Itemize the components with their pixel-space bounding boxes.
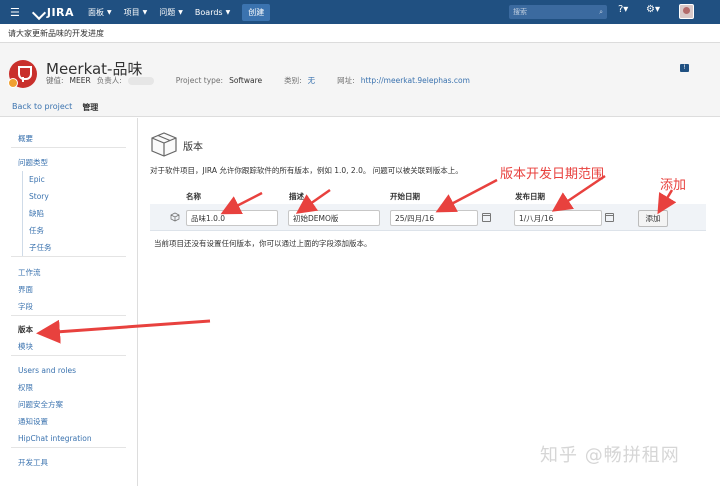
project-meta: 键值: MEER 负责人: Project type: Software 类别:… — [46, 75, 470, 86]
type-label: Project type: — [175, 76, 224, 85]
nav-label: 面板 — [88, 7, 105, 17]
project-lead-redacted — [127, 76, 154, 85]
admin-sidebar: 概要 问题类型 Epic Story 缺陷 任务 子任务 工作流 界面 字段 版… — [0, 118, 138, 486]
logo-text: JIRA — [46, 5, 75, 19]
add-version-form: 品味1.0.0 初始DEMO版 25/四月/16 1/八月/16 添加 — [150, 204, 706, 231]
project-type: Software — [229, 76, 263, 85]
jira-logo-icon — [34, 7, 44, 17]
app-switcher-icon[interactable]: ☰ — [10, 6, 20, 19]
project-key: MEER — [69, 76, 91, 85]
search-input[interactable]: 搜索 ⌕ — [509, 5, 607, 19]
page-title: 版本 — [183, 142, 203, 153]
sidebar-group-config: 工作流 界面 字段 — [11, 264, 126, 316]
nav-label: Boards — [194, 7, 223, 17]
sidebar-item-issue-types[interactable]: 问题类型 — [11, 154, 126, 171]
nav-issues[interactable]: 问题 ▼ — [159, 7, 183, 18]
release-date-field[interactable]: 1/八月/16 — [514, 210, 602, 226]
chevron-down-icon: ▼ — [142, 8, 148, 16]
version-description-field[interactable]: 初始DEMO版 — [288, 210, 380, 226]
sidebar-item-story[interactable]: Story — [11, 188, 126, 205]
versions-panel: 版本 对于软件项目，JIRA 允许你跟踪软件的所有版本，例如 1.0, 2.0。… — [140, 118, 720, 486]
sidebar-group-permissions: Users and roles 权限 问题安全方案 通知设置 HipChat i… — [11, 362, 126, 448]
sidebar-item-hipchat[interactable]: HipChat integration — [11, 430, 126, 447]
start-date-calendar-icon[interactable] — [482, 213, 491, 222]
search-icon: ⌕ — [599, 7, 603, 16]
annotation-date-range: 版本开发日期范围 — [500, 167, 605, 182]
sidebar-item-components[interactable]: 模块 — [11, 338, 126, 355]
sidebar-item-epic[interactable]: Epic — [11, 171, 126, 188]
sidebar-item-notifications[interactable]: 通知设置 — [11, 413, 126, 430]
sidebar-group-dev-tools: 开发工具 — [11, 454, 126, 471]
annotation-add: 添加 — [660, 178, 687, 193]
watermark: 知乎 @畅拼租网 — [540, 445, 680, 466]
category-label: 类别: — [284, 76, 302, 85]
search-placeholder: 搜索 — [513, 8, 527, 16]
column-name: 名称 — [186, 192, 201, 201]
add-version-button[interactable]: 添加 — [638, 210, 668, 227]
tab-admin[interactable]: 管理 — [82, 102, 98, 113]
top-nav: ☰ JIRA 面板 ▼ 项目 ▼ 问题 ▼ Boards ▼ 创建 — [0, 0, 720, 24]
feedback-icon[interactable]: ! — [680, 64, 689, 72]
sidebar-item-task[interactable]: 任务 — [11, 222, 126, 239]
chevron-down-icon: ▼ — [107, 8, 112, 16]
release-date-calendar-icon[interactable] — [605, 213, 614, 222]
page-description: 对于软件项目，JIRA 允许你跟踪软件的所有版本，例如 1.0, 2.0。 问题… — [150, 166, 463, 175]
admin-tabs: Back to project 管理 — [12, 102, 98, 113]
sidebar-item-fields[interactable]: 字段 — [11, 298, 126, 315]
create-button[interactable]: 创建 — [242, 3, 271, 21]
column-start-date: 开始日期 — [390, 192, 420, 201]
back-to-project-link[interactable]: Back to project — [12, 102, 72, 113]
help-icon[interactable]: ?▾ — [618, 4, 628, 15]
sidebar-group-summary: 概要 — [11, 130, 126, 148]
column-description: 描述 — [289, 192, 304, 201]
gear-icon[interactable]: ⚙▾ — [646, 4, 660, 15]
nav-projects[interactable]: 项目 ▼ — [124, 7, 148, 18]
jira-logo[interactable]: JIRA — [34, 6, 74, 19]
key-label: 键值: — [46, 76, 64, 85]
empty-message: 当前项目还没有设置任何版本，你可以通过上面的字段添加版本。 — [154, 239, 372, 248]
start-date-field[interactable]: 25/四月/16 — [390, 210, 478, 226]
package-icon — [151, 132, 177, 157]
chevron-down-icon: ▼ — [178, 8, 183, 16]
sidebar-item-users-roles[interactable]: Users and roles — [11, 362, 126, 379]
url-label: 网址: — [337, 76, 355, 85]
sidebar-group-issue-types: 问题类型 Epic Story 缺陷 任务 子任务 — [11, 154, 126, 257]
announcement-banner: 请大家更新品味的开发进度 — [0, 24, 720, 43]
nav-boards[interactable]: Boards ▼ — [195, 8, 230, 17]
nav-label: 问题 — [159, 7, 176, 17]
sidebar-item-permissions[interactable]: 权限 — [11, 379, 126, 396]
nav-dashboards[interactable]: 面板 ▼ — [88, 7, 112, 18]
nav-label: 项目 — [123, 7, 140, 17]
project-badge-icon — [8, 78, 18, 88]
sidebar-item-issue-security[interactable]: 问题安全方案 — [11, 396, 126, 413]
sidebar-item-screens[interactable]: 界面 — [11, 281, 126, 298]
sidebar-item-workflows[interactable]: 工作流 — [11, 264, 126, 281]
column-release-date: 发布日期 — [515, 192, 545, 201]
project-url-link[interactable]: http://meerkat.9elephas.com — [361, 76, 470, 85]
chevron-down-icon: ▼ — [225, 8, 231, 16]
sidebar-item-summary[interactable]: 概要 — [11, 130, 126, 147]
sidebar-group-versions: 版本 模块 — [11, 321, 126, 356]
sidebar-item-subtask[interactable]: 子任务 — [11, 239, 126, 256]
version-icon — [170, 212, 180, 222]
sidebar-item-versions[interactable]: 版本 — [11, 321, 126, 338]
lead-label: 负责人: — [96, 76, 122, 85]
user-avatar[interactable] — [679, 4, 694, 19]
sidebar-item-bug[interactable]: 缺陷 — [11, 205, 126, 222]
sidebar-item-dev-tools[interactable]: 开发工具 — [11, 454, 126, 471]
version-name-field[interactable]: 品味1.0.0 — [186, 210, 278, 226]
project-category-link[interactable]: 无 — [308, 75, 316, 86]
project-header: Meerkat-品味 键值: MEER 负责人: Project type: S… — [0, 43, 720, 117]
